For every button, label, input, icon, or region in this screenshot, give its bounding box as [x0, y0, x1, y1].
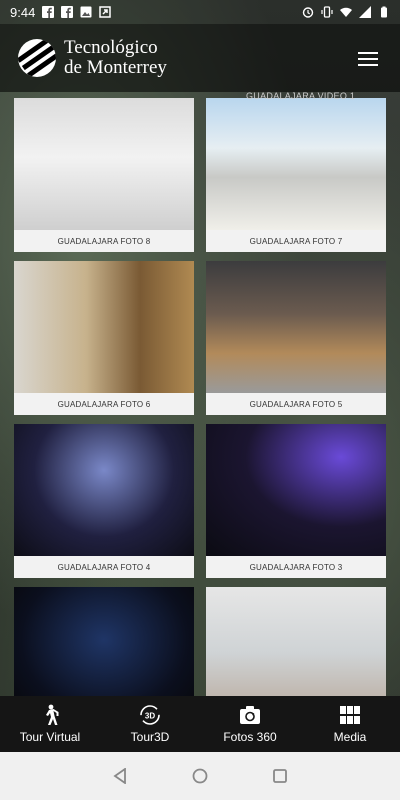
gallery-photo: [206, 98, 386, 230]
gallery-photo: [206, 261, 386, 393]
gallery-card[interactable]: GUADALAJARA FOTO 6: [14, 261, 194, 415]
shortcut-icon: [99, 6, 112, 18]
facebook-icon: [61, 6, 74, 18]
tab-label: Fotos 360: [223, 730, 277, 744]
bottom-tab-bar: Tour Virtual 3D Tour3D Fotos 360 Media: [0, 696, 400, 752]
peek-caption: GUADALAJARA VIDEO 1: [246, 91, 356, 101]
menu-bar: [358, 58, 378, 60]
brand-name: Tecnológico de Monterrey: [64, 38, 167, 78]
tab-fotos-360[interactable]: Fotos 360: [200, 696, 300, 752]
tab-media[interactable]: Media: [300, 696, 400, 752]
3d-rotate-icon: 3D: [139, 704, 161, 726]
vibrate-icon: [321, 6, 333, 18]
gallery-card[interactable]: GUADALAJARA FOTO 5: [206, 261, 386, 415]
gallery-caption: GUADALAJARA FOTO 7: [249, 237, 343, 246]
tab-tour-virtual[interactable]: Tour Virtual: [0, 696, 100, 752]
gallery-photo: [206, 587, 386, 696]
gallery-photo: [14, 587, 194, 696]
app-header: Tecnológico de Monterrey GUADALAJARA VID…: [0, 24, 400, 101]
brand-line-2: de Monterrey: [64, 57, 167, 78]
hamburger-menu-button[interactable]: [358, 52, 378, 66]
grid-icon: [339, 704, 361, 726]
battery-icon: [381, 6, 387, 18]
gallery-caption: GUADALAJARA FOTO 4: [57, 563, 151, 572]
gallery-caption: GUADALAJARA FOTO 8: [57, 237, 151, 246]
status-bar: 9:44: [0, 0, 400, 24]
android-nav-bar: [0, 752, 400, 800]
gallery-caption: GUADALAJARA FOTO 6: [57, 400, 151, 409]
status-time: 9:44: [10, 4, 36, 20]
gallery-card[interactable]: GUADALAJARA FOTO 7: [206, 98, 386, 252]
alarm-icon: [302, 7, 314, 18]
gallery-photo: [14, 424, 194, 556]
gallery-card[interactable]: GUADALAJARA FOTO 3: [206, 424, 386, 578]
gallery-card[interactable]: [206, 587, 386, 696]
svg-text:3D: 3D: [145, 712, 155, 721]
recents-icon[interactable]: [271, 767, 289, 785]
tab-label: Tour Virtual: [19, 730, 81, 744]
gallery-photo: [14, 98, 194, 230]
image-icon: [80, 6, 92, 18]
gallery-caption: GUADALAJARA FOTO 5: [249, 400, 343, 409]
facebook-icon: [42, 6, 55, 18]
gallery-card[interactable]: GUADALAJARA FOTO 4: [14, 424, 194, 578]
home-icon[interactable]: [191, 767, 209, 785]
camera-rotate-icon: [239, 704, 261, 726]
gallery-card[interactable]: GUADALAJARA FOTO 8: [14, 98, 194, 252]
menu-bar: [358, 64, 378, 66]
gallery-photo: [206, 424, 386, 556]
back-icon[interactable]: [111, 767, 129, 785]
signal-icon: [359, 6, 371, 18]
gallery-card[interactable]: [14, 587, 194, 696]
media-grid: GUADALAJARA FOTO 8 GUADALAJARA FOTO 7 GU…: [0, 92, 400, 696]
walking-person-icon: [39, 704, 61, 726]
tab-tour3d[interactable]: 3D Tour3D: [100, 696, 200, 752]
tab-label: Media: [333, 730, 367, 744]
wifi-icon: [340, 7, 352, 17]
brand-line-1: Tecnológico: [64, 37, 158, 58]
gallery-caption: GUADALAJARA FOTO 3: [249, 563, 343, 572]
gallery-photo: [14, 261, 194, 393]
tec-logo-icon: [18, 39, 56, 77]
tab-label: Tour3D: [130, 730, 170, 744]
menu-bar: [358, 52, 378, 54]
